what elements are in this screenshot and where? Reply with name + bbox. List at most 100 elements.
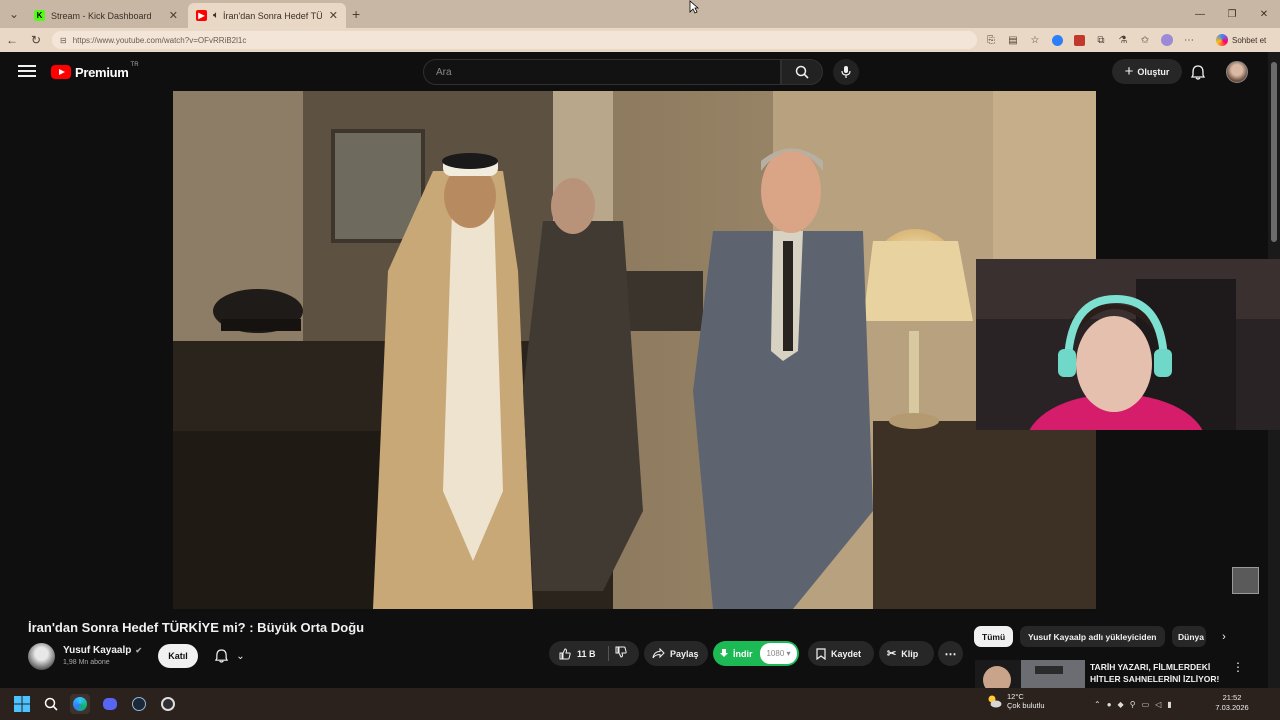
channel-avatar[interactable]	[28, 643, 55, 670]
translate-icon[interactable]: ⎘	[982, 31, 1000, 49]
search-input[interactable]: Ara	[423, 59, 781, 85]
youtube-icon: ▶	[196, 10, 207, 21]
clock-time: 21:52	[1222, 693, 1242, 702]
plus-icon: +	[1124, 63, 1134, 80]
network-icon[interactable]: ▭	[1142, 700, 1150, 709]
search-button[interactable]	[781, 59, 823, 85]
obs-icon[interactable]	[158, 694, 178, 714]
save-button[interactable]: Kaydet	[808, 641, 874, 666]
copilot-button[interactable]: Sohbet et	[1216, 31, 1266, 49]
share-label: Paylaş	[670, 648, 699, 659]
close-tab-icon[interactable]: ✕	[169, 9, 178, 22]
notifications-button[interactable]	[1188, 62, 1208, 82]
create-button[interactable]: + Oluştur	[1112, 59, 1182, 84]
microphone-icon	[841, 66, 851, 78]
recommendation-menu-icon[interactable]: ⋮	[1232, 660, 1244, 674]
recommendation-title[interactable]: TARİH YAZARI, FİLMLERDEKİ HİTLER SAHNELE…	[1090, 661, 1230, 685]
chevron-down-icon: ⌄	[236, 650, 245, 662]
tray-app-icon[interactable]: ●	[1107, 700, 1112, 709]
tab-label: İran'dan Sonra Hedef TÜRKİYE mi	[223, 10, 323, 21]
download-icon	[720, 649, 728, 657]
copilot-label: Sohbet et	[1232, 35, 1267, 45]
channel-name-text: Yusuf Kayaalp	[63, 645, 132, 656]
extension-red-icon[interactable]	[1070, 31, 1088, 49]
usb-icon[interactable]: ⚲	[1130, 700, 1136, 709]
split-screen-icon[interactable]: ⚗	[1114, 31, 1132, 49]
weather-widget[interactable]: 12°C Çok bulutlu	[986, 692, 1045, 710]
video-player[interactable]	[173, 91, 1096, 609]
account-avatar[interactable]	[1226, 61, 1248, 83]
edge-browser-icon[interactable]	[70, 694, 90, 714]
extensions-icon[interactable]: ⧉	[1092, 31, 1110, 49]
url-text: https://www.youtube.com/watch?v=OFvRRiB2…	[72, 35, 247, 45]
video-frame	[173, 91, 1096, 609]
mouse-cursor	[689, 0, 700, 19]
voice-search-button[interactable]	[833, 59, 859, 85]
profile-icon[interactable]	[1158, 31, 1176, 49]
floating-thumbnail[interactable]	[1232, 567, 1259, 594]
windows-start-icon[interactable]	[12, 694, 32, 714]
maximize-button[interactable]: ❐	[1216, 0, 1248, 28]
address-bar[interactable]: ⊟ https://www.youtube.com/watch?v=OFvRRi…	[52, 31, 977, 49]
site-info-icon[interactable]: ⊟	[60, 36, 67, 45]
recommendation-thumbnail[interactable]	[975, 660, 1085, 688]
search-icon[interactable]	[41, 694, 61, 714]
new-tab-button[interactable]: +	[352, 6, 360, 22]
browser-tab-kick[interactable]: K Stream - Kick Dashboard ✕	[26, 3, 186, 28]
back-button[interactable]: ←	[0, 28, 24, 52]
tab-label: Stream - Kick Dashboard	[51, 10, 152, 21]
logo-text: Premium	[75, 64, 129, 80]
youtube-logo[interactable]: Premium TR	[51, 62, 139, 81]
more-horizontal-icon: ⋯	[944, 646, 957, 661]
create-label: Oluştur	[1137, 66, 1170, 77]
join-button[interactable]: Katıl	[158, 644, 198, 668]
bell-icon	[1191, 64, 1205, 80]
like-divider	[608, 646, 609, 661]
chip-uploads[interactable]: Yusuf Kayaalp adlı yükleyiciden	[1020, 626, 1165, 647]
clip-button[interactable]: ✂ Klip	[879, 641, 934, 666]
webcam-overlay	[976, 259, 1280, 430]
favorites-icon[interactable]: ✩	[1136, 31, 1154, 49]
chevron-up-icon[interactable]: ⌃	[1094, 700, 1101, 709]
battery-icon[interactable]: ▮	[1167, 700, 1171, 709]
speaker-icon[interactable]: 🔈︎	[213, 10, 219, 21]
cloud-sun-icon	[988, 695, 1002, 708]
browser-tab-youtube[interactable]: ▶ 🔈︎ İran'dan Sonra Hedef TÜRKİYE mi ✕	[188, 3, 346, 28]
reader-icon[interactable]: ▤	[1004, 31, 1022, 49]
tray-app-icon[interactable]: ◆	[1118, 700, 1124, 709]
chip-world[interactable]: Dünya	[1172, 626, 1206, 647]
favorite-star-icon[interactable]: ☆	[1026, 31, 1044, 49]
country-code: TR	[130, 62, 139, 68]
minimize-button[interactable]: —	[1184, 0, 1216, 28]
more-menu-icon[interactable]: ⋯	[1180, 31, 1198, 49]
share-button[interactable]: Paylaş	[644, 641, 708, 666]
tab-list-button[interactable]: ⌄	[2, 2, 26, 26]
taskbar-clock[interactable]: 21:52 7.03.2026	[1208, 693, 1256, 713]
steam-icon[interactable]	[129, 694, 149, 714]
chip-all[interactable]: Tümü	[974, 626, 1014, 647]
close-window-button[interactable]: ✕	[1248, 0, 1280, 28]
search-placeholder: Ara	[436, 66, 452, 78]
volume-icon[interactable]: ◁	[1155, 700, 1161, 709]
download-quality-select[interactable]: 1080 ▾	[760, 643, 797, 664]
download-quality-value: 1080	[766, 649, 785, 658]
scrollbar-thumb[interactable]	[1271, 62, 1277, 242]
youtube-play-icon	[51, 65, 71, 79]
like-count: 11 B	[577, 648, 596, 659]
subscription-bell-button[interactable]: ⌄	[205, 644, 255, 668]
discord-icon[interactable]	[100, 694, 120, 714]
menu-icon[interactable]	[18, 65, 36, 79]
weather-temperature: 12°C	[1007, 692, 1024, 701]
download-button[interactable]: İndir 1080 ▾	[713, 641, 799, 666]
thumbs-down-icon[interactable]	[615, 646, 627, 658]
extension-blue-icon[interactable]	[1048, 31, 1066, 49]
close-tab-icon[interactable]: ✕	[329, 9, 338, 22]
bell-icon	[215, 649, 229, 663]
subscriber-count: 1,98 Mn abone	[63, 659, 110, 666]
chevron-right-icon[interactable]: ›	[1215, 628, 1233, 646]
taskbar	[0, 688, 1280, 720]
more-actions-button[interactable]: ⋯	[938, 641, 963, 666]
like-button[interactable]: 11 B	[549, 641, 639, 666]
reload-button[interactable]: ↻	[24, 28, 48, 52]
channel-name[interactable]: Yusuf Kayaalp ✔	[63, 645, 142, 656]
